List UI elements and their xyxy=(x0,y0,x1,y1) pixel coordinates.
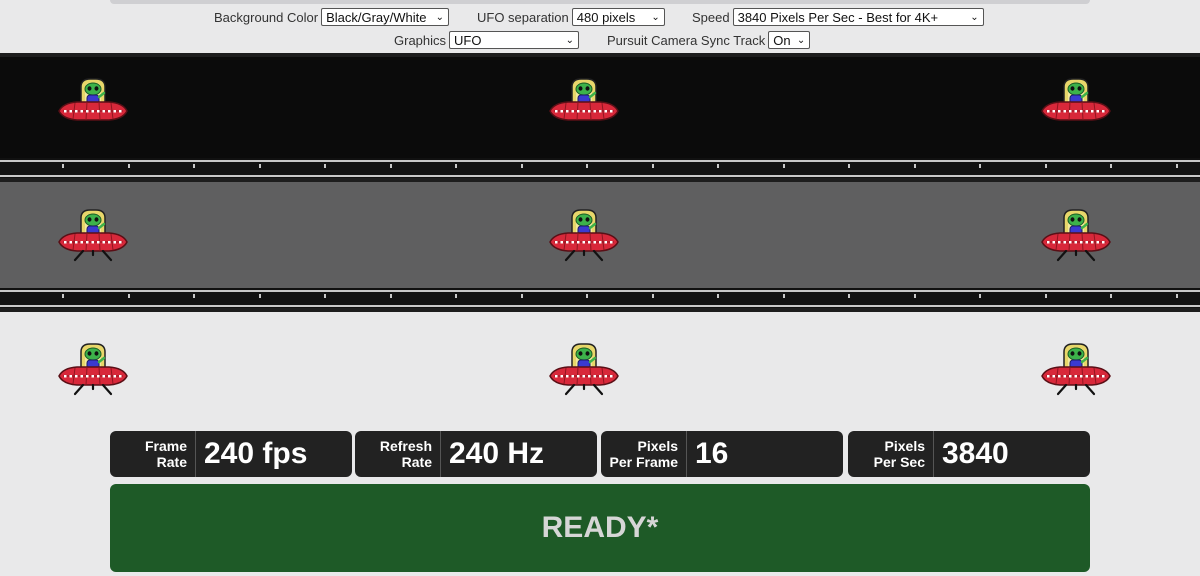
stat-frame-rate: Frame Rate 240 fps xyxy=(110,431,352,477)
pursuit-camera-label: Pursuit Camera Sync Track xyxy=(607,32,766,48)
rail-tick xyxy=(979,164,981,168)
rail-tick xyxy=(521,294,523,298)
rail-tick xyxy=(455,294,457,298)
rail-tick xyxy=(390,164,392,168)
rail-tick xyxy=(783,164,785,168)
ufo-alien-icon xyxy=(53,75,133,135)
rail-tick xyxy=(914,164,916,168)
sync-rail xyxy=(0,158,1200,178)
rail-tick xyxy=(717,164,719,168)
rail-tick xyxy=(586,294,588,298)
stat-pixels-per-sec: Pixels Per Sec 3840 xyxy=(848,431,1090,477)
track-black xyxy=(0,57,1200,158)
rail-tick xyxy=(1045,294,1047,298)
rail-tick xyxy=(193,294,195,298)
speed-label: Speed xyxy=(692,9,730,25)
rail-tick xyxy=(521,164,523,168)
rail-tick xyxy=(848,294,850,298)
rail-tick xyxy=(62,164,64,168)
rail-tick xyxy=(1176,294,1178,298)
rail-line xyxy=(0,305,1200,307)
pursuit-camera-select[interactable]: On ⌄ xyxy=(768,31,811,49)
background-color-select[interactable]: Black/Gray/White ⌄ xyxy=(321,8,450,26)
rail-tick xyxy=(848,164,850,168)
ufo-alien-icon xyxy=(1036,206,1116,266)
graphics-label: Graphics xyxy=(394,32,447,48)
stat-value: 16 xyxy=(695,437,729,470)
stat-label: Frame Rate xyxy=(110,431,196,477)
graphics-control: Graphics UFO ⌄ xyxy=(394,31,580,49)
speed-select[interactable]: 3840 Pixels Per Sec - Best for 4K+ ⌄ xyxy=(732,8,984,26)
rail-tick xyxy=(914,294,916,298)
rail-tick xyxy=(128,164,130,168)
ufo-separation-label: UFO separation xyxy=(477,9,569,25)
rail-tick xyxy=(586,164,588,168)
rail-tick xyxy=(783,294,785,298)
rail-tick xyxy=(259,294,261,298)
ufo-alien-icon xyxy=(1036,340,1116,400)
ufo-alien-icon xyxy=(53,206,133,266)
top-panel-edge xyxy=(110,0,1090,4)
stat-value: 3840 xyxy=(942,437,1009,470)
sync-rail xyxy=(0,288,1200,308)
ufo-separation-control: UFO separation 480 pixels ⌄ xyxy=(477,8,665,26)
stat-label: Pixels Per Frame xyxy=(601,431,687,477)
rail-tick xyxy=(1110,164,1112,168)
pursuit-camera-control: Pursuit Camera Sync Track On ⌄ xyxy=(607,31,811,49)
rail-tick xyxy=(1045,164,1047,168)
speed-control: Speed 3840 Pixels Per Sec - Best for 4K+… xyxy=(692,8,984,26)
ufo-alien-icon xyxy=(53,340,133,400)
ufo-separation-select[interactable]: 480 pixels ⌄ xyxy=(571,8,665,26)
stat-label: Refresh Rate xyxy=(355,431,441,477)
ufo-alien-icon xyxy=(544,340,624,400)
chevron-down-icon: ⌄ xyxy=(970,11,979,23)
ufo-alien-icon xyxy=(544,206,624,266)
rail-tick xyxy=(717,294,719,298)
chevron-down-icon: ⌄ xyxy=(435,11,445,23)
rail-tick xyxy=(259,164,261,168)
ufo-alien-icon xyxy=(1036,75,1116,135)
background-color-control: Background Color Black/Gray/White ⌄ xyxy=(214,8,450,26)
background-color-label: Background Color xyxy=(214,9,319,25)
stat-refresh-rate: Refresh Rate 240 Hz xyxy=(355,431,597,477)
chevron-down-icon: ⌄ xyxy=(565,34,575,46)
controls-row-2: Graphics UFO ⌄ Pursuit Camera Sync Track… xyxy=(0,31,1200,51)
chevron-down-icon: ⌄ xyxy=(651,11,660,23)
rail-tick xyxy=(652,294,654,298)
rail-tick xyxy=(1176,164,1178,168)
track-gray xyxy=(0,182,1200,288)
rail-tick xyxy=(193,164,195,168)
rail-tick xyxy=(390,294,392,298)
rail-line xyxy=(0,175,1200,177)
rail-tick xyxy=(324,164,326,168)
rail-line xyxy=(0,290,1200,292)
controls-row-1: Background Color Black/Gray/White ⌄ UFO … xyxy=(0,8,1200,28)
track-white xyxy=(0,312,1200,428)
rail-tick xyxy=(979,294,981,298)
chevron-down-icon: ⌄ xyxy=(796,34,806,46)
stat-pixels-per-frame: Pixels Per Frame 16 xyxy=(601,431,843,477)
stat-value: 240 Hz xyxy=(449,437,545,470)
rail-tick xyxy=(1110,294,1112,298)
rail-tick xyxy=(128,294,130,298)
rail-tick xyxy=(324,294,326,298)
rail-tick xyxy=(652,164,654,168)
stat-label: Pixels Per Sec xyxy=(848,431,934,477)
rail-tick xyxy=(62,294,64,298)
ufo-alien-icon xyxy=(544,75,624,135)
status-ready-button[interactable]: READY* xyxy=(110,484,1090,572)
graphics-select[interactable]: UFO ⌄ xyxy=(449,31,580,49)
rail-line xyxy=(0,160,1200,162)
stat-value: 240 fps xyxy=(204,437,308,470)
rail-tick xyxy=(455,164,457,168)
